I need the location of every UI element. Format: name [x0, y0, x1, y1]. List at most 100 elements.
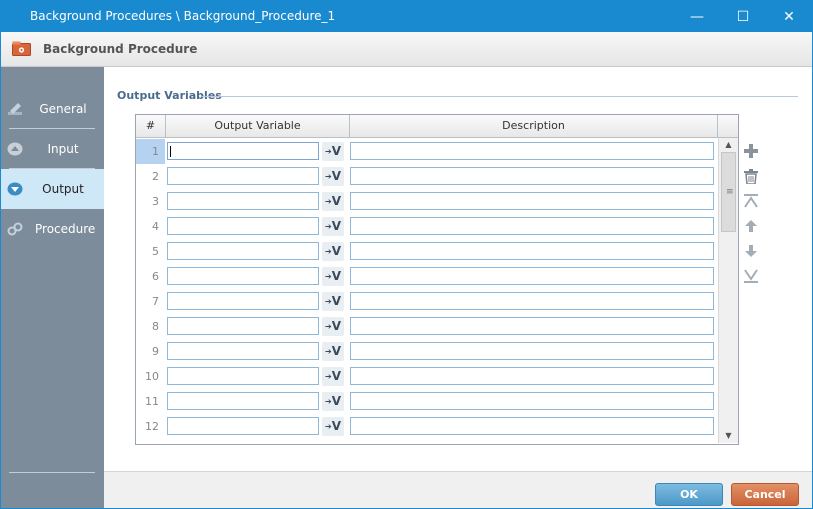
- output-variable-input[interactable]: [167, 417, 319, 435]
- row-number: 2: [152, 170, 159, 183]
- move-top-button[interactable]: [740, 190, 762, 212]
- arrow-icon: ➔: [325, 222, 332, 231]
- table-row[interactable]: 4 ➔V: [136, 214, 718, 239]
- row-number: 10: [145, 370, 159, 383]
- maximize-button[interactable]: ☐: [720, 1, 766, 32]
- table-row[interactable]: 2 ➔V: [136, 164, 718, 189]
- table-row[interactable]: 12 ➔V: [136, 414, 718, 439]
- description-input[interactable]: [350, 167, 714, 185]
- move-up-button[interactable]: [740, 215, 762, 237]
- output-variable-input[interactable]: [167, 267, 319, 285]
- minimize-button[interactable]: —: [674, 1, 720, 32]
- row-number: 5: [152, 245, 159, 258]
- sidebar-item-output[interactable]: Output: [1, 169, 104, 209]
- arrow-up-circle-icon: [7, 142, 23, 156]
- table-row[interactable]: 3 ➔V: [136, 189, 718, 214]
- description-input[interactable]: [350, 192, 714, 210]
- delete-row-button[interactable]: [740, 165, 762, 187]
- output-variable-input[interactable]: [167, 167, 319, 185]
- move-top-icon: [744, 194, 758, 208]
- output-variable-input[interactable]: [167, 142, 319, 160]
- description-input[interactable]: [350, 367, 714, 385]
- description-input[interactable]: [350, 342, 714, 360]
- variable-picker-button[interactable]: ➔V: [322, 317, 344, 336]
- variable-button-label: V: [331, 144, 341, 158]
- description-input[interactable]: [350, 267, 714, 285]
- table-row[interactable]: 11 ➔V: [136, 389, 718, 414]
- add-row-button[interactable]: [740, 140, 762, 162]
- column-header-number[interactable]: #: [136, 115, 166, 138]
- sidebar-item-procedure[interactable]: Procedure: [1, 209, 104, 249]
- arrow-icon: ➔: [325, 372, 332, 381]
- arrow-icon: ➔: [325, 197, 332, 206]
- sidebar-item-general[interactable]: General: [1, 89, 104, 129]
- description-input[interactable]: [350, 242, 714, 260]
- variable-picker-button[interactable]: ➔V: [322, 217, 344, 236]
- table-row[interactable]: 8 ➔V: [136, 314, 718, 339]
- variable-picker-button[interactable]: ➔V: [322, 292, 344, 311]
- output-variable-input[interactable]: [167, 367, 319, 385]
- variable-picker-button[interactable]: ➔V: [322, 167, 344, 186]
- vertical-scrollbar[interactable]: ▲ ≡ ▼: [718, 138, 738, 443]
- description-input[interactable]: [350, 142, 714, 160]
- move-down-button[interactable]: [740, 240, 762, 262]
- scroll-down-icon[interactable]: ▼: [719, 429, 738, 443]
- ok-button[interactable]: OK: [655, 483, 723, 506]
- column-header-description[interactable]: Description: [350, 115, 718, 138]
- variable-button-label: V: [331, 294, 341, 308]
- sidebar-item-label: Input: [47, 142, 79, 156]
- output-variable-input[interactable]: [167, 192, 319, 210]
- output-variable-input[interactable]: [167, 342, 319, 360]
- sidebar-item-input[interactable]: Input: [1, 129, 104, 169]
- content-panel: Output Variables # Output Variable Descr…: [104, 67, 812, 471]
- scrollbar-thumb[interactable]: ≡: [721, 152, 736, 232]
- description-input[interactable]: [350, 417, 714, 435]
- row-number: 7: [152, 295, 159, 308]
- arrow-down-circle-icon: [7, 182, 23, 196]
- table-row[interactable]: 5 ➔V: [136, 239, 718, 264]
- variable-button-label: V: [331, 269, 341, 283]
- output-variable-input[interactable]: [167, 392, 319, 410]
- close-button[interactable]: ✕: [766, 1, 812, 32]
- pencil-icon: [8, 103, 22, 115]
- header-title: Background Procedure: [43, 42, 198, 56]
- table-row[interactable]: 6 ➔V: [136, 264, 718, 289]
- variable-picker-button[interactable]: ➔V: [322, 267, 344, 286]
- table-row[interactable]: 10 ➔V: [136, 364, 718, 389]
- output-variables-table: # Output Variable Description 1 ➔V 2 ➔V 3 ➔V 4…: [135, 114, 739, 445]
- scroll-up-icon[interactable]: ▲: [719, 138, 738, 152]
- variable-button-label: V: [331, 244, 341, 258]
- variable-picker-button[interactable]: ➔V: [322, 392, 344, 411]
- output-variable-input[interactable]: [167, 292, 319, 310]
- description-input[interactable]: [350, 317, 714, 335]
- variable-picker-button[interactable]: ➔V: [322, 367, 344, 386]
- output-variable-input[interactable]: [167, 317, 319, 335]
- variable-picker-button[interactable]: ➔V: [322, 417, 344, 436]
- variable-picker-button[interactable]: ➔V: [322, 192, 344, 211]
- table-row[interactable]: 7 ➔V: [136, 289, 718, 314]
- grip-icon: ≡: [726, 187, 734, 197]
- row-number: 9: [152, 345, 159, 358]
- row-number: 11: [145, 395, 159, 408]
- description-input[interactable]: [350, 292, 714, 310]
- variable-button-label: V: [331, 369, 341, 383]
- cancel-button[interactable]: Cancel: [731, 483, 799, 506]
- variable-picker-button[interactable]: ➔V: [322, 242, 344, 261]
- dialog-footer: OK Cancel: [104, 471, 812, 508]
- output-variable-input[interactable]: [167, 242, 319, 260]
- row-number: 1: [136, 139, 165, 164]
- variable-picker-button[interactable]: ➔V: [322, 342, 344, 361]
- move-bottom-button[interactable]: [740, 265, 762, 287]
- arrow-icon: ➔: [325, 397, 332, 406]
- variable-picker-button[interactable]: ➔V: [322, 142, 344, 161]
- gear-chain-icon: [7, 222, 23, 236]
- text-caret: [170, 146, 171, 157]
- output-variable-input[interactable]: [167, 217, 319, 235]
- title-bar[interactable]: Background Procedures \ Background_Proce…: [1, 1, 812, 32]
- sidebar-divider: [9, 472, 95, 473]
- table-row[interactable]: 1 ➔V: [136, 139, 718, 164]
- description-input[interactable]: [350, 392, 714, 410]
- column-header-output-variable[interactable]: Output Variable: [166, 115, 350, 138]
- description-input[interactable]: [350, 217, 714, 235]
- table-row[interactable]: 9 ➔V: [136, 339, 718, 364]
